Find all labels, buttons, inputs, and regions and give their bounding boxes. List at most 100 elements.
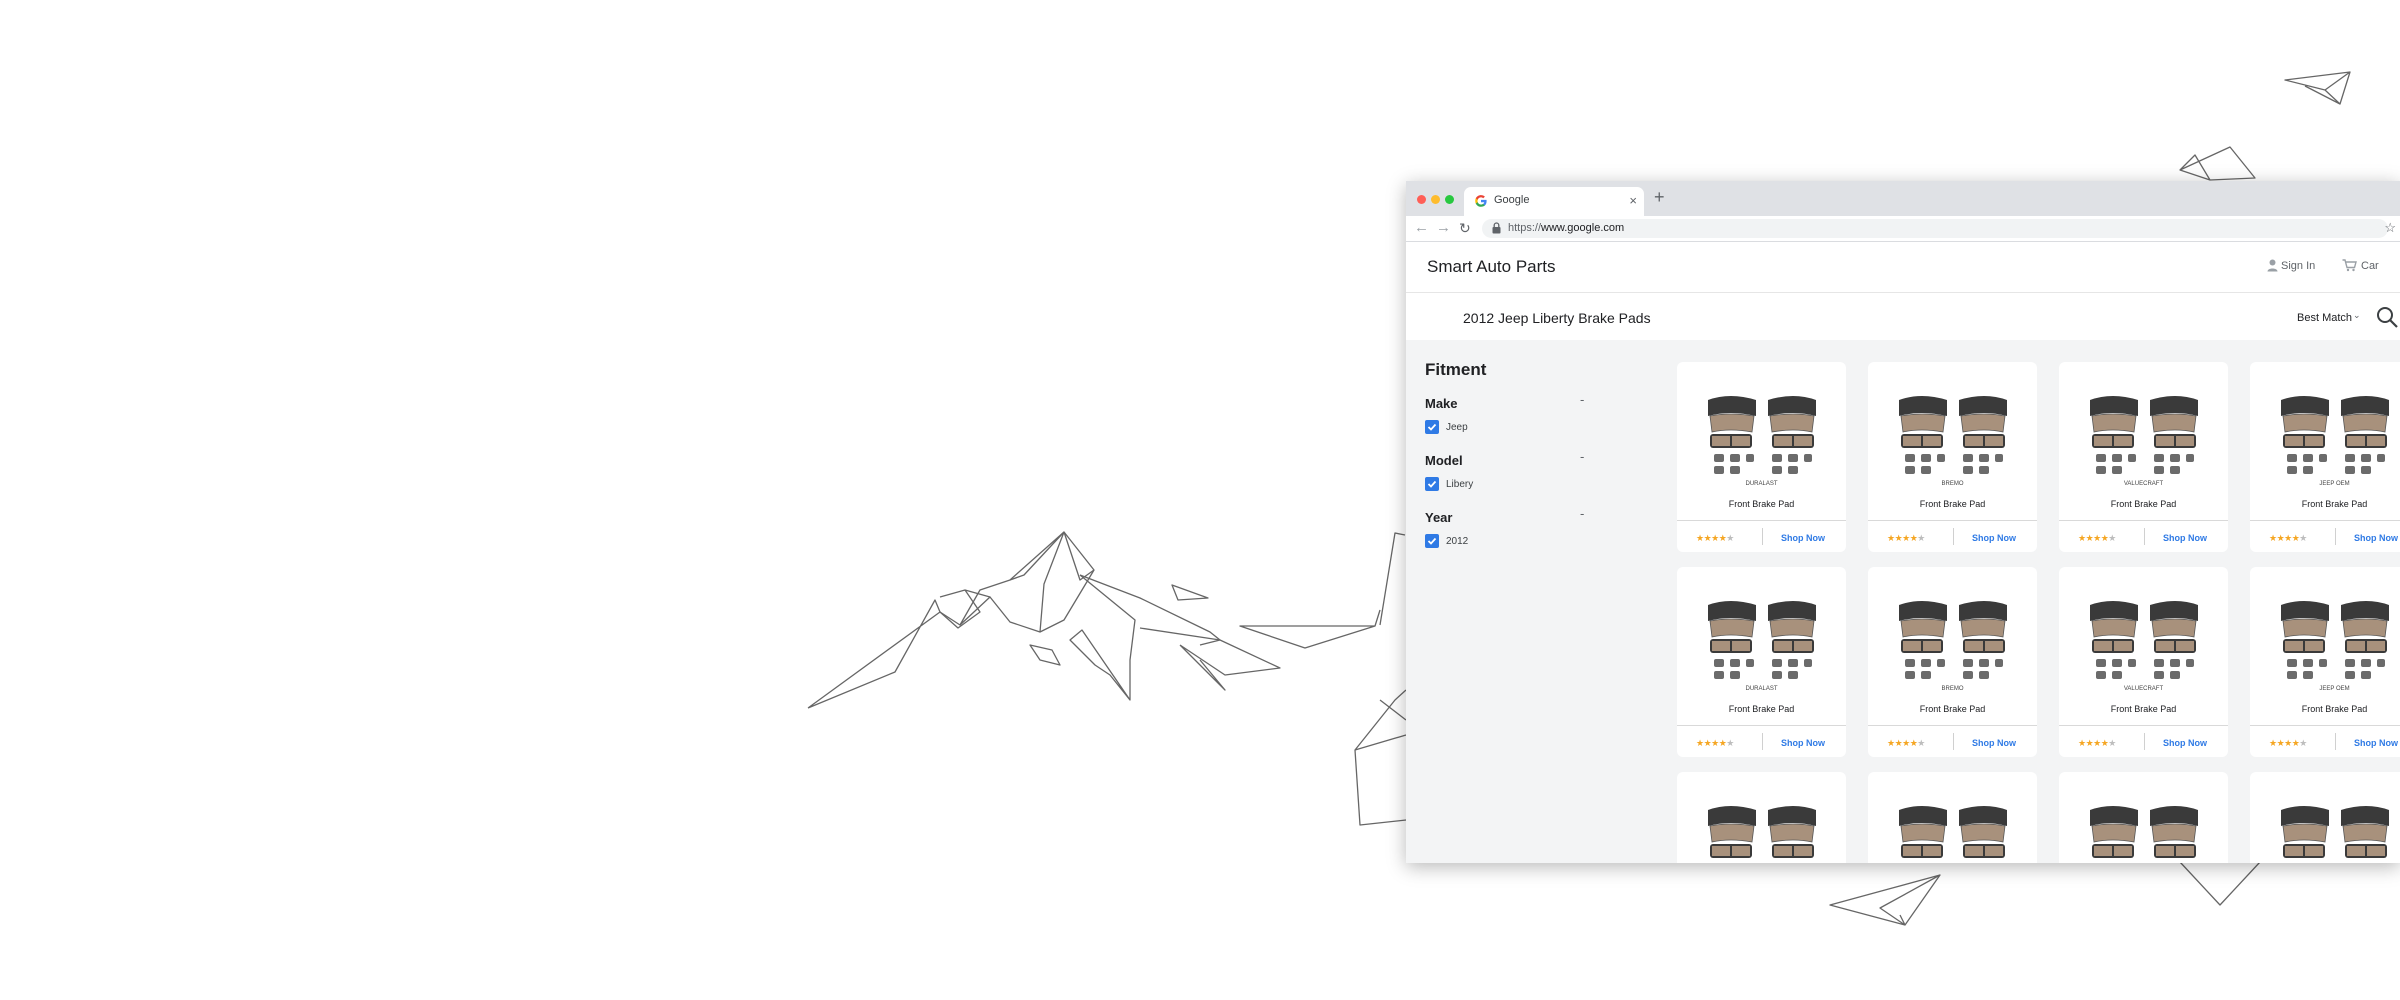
- card-divider: [1677, 725, 1846, 726]
- product-card[interactable]: BREMO Front Brake Pad ★★★★★ Shop Now: [1868, 362, 2037, 552]
- search-input[interactable]: 2012 Jeep Liberty Brake Pads: [1463, 310, 1651, 326]
- product-name[interactable]: Front Brake Pad: [1868, 499, 2037, 509]
- brake-pad-image: [2281, 806, 2389, 858]
- close-tab-icon[interactable]: ×: [1629, 193, 1637, 208]
- site-logo[interactable]: Smart Auto Parts: [1427, 257, 1556, 277]
- facet-make-checkbox[interactable]: [1425, 420, 1439, 434]
- brake-pad-image: [2090, 396, 2198, 474]
- product-brand: VALUECRAFT: [2123, 481, 2164, 487]
- star-rating-icon: ★★★★★: [1887, 533, 1925, 543]
- search-icon[interactable]: [2376, 306, 2398, 328]
- shop-now-button[interactable]: Shop Now: [1781, 738, 1825, 748]
- facet-model-label: Model: [1425, 453, 1463, 468]
- product-card[interactable]: [1868, 772, 2037, 863]
- product-card[interactable]: [2059, 772, 2228, 863]
- cart-link[interactable]: Car: [2342, 259, 2379, 272]
- shop-now-button[interactable]: Shop Now: [2163, 533, 2207, 543]
- site-header: Smart Auto Parts Sign In Car: [1406, 242, 2400, 293]
- product-name[interactable]: Front Brake Pad: [2059, 704, 2228, 714]
- search-bar: 2012 Jeep Liberty Brake Pads Best Match …: [1406, 293, 2400, 342]
- star-rating-icon: ★★★★★: [2269, 533, 2307, 543]
- facet-model-option[interactable]: Libery: [1446, 479, 1473, 490]
- facet-year-label: Year: [1425, 510, 1453, 525]
- product-card[interactable]: JEEP OEM Front Brake Pad ★★★★★ Shop Now: [2250, 567, 2400, 757]
- new-tab-button[interactable]: +: [1654, 187, 1665, 208]
- shop-now-button[interactable]: Shop Now: [2163, 738, 2207, 748]
- facet-model-collapse[interactable]: -: [1580, 449, 1584, 464]
- star-rating-icon: ★★★★★: [1696, 738, 1734, 748]
- card-divider: [2250, 725, 2400, 726]
- checkmark-icon: [1427, 480, 1437, 488]
- checkmark-icon: [1427, 423, 1437, 431]
- brake-pad-image: [1708, 601, 1816, 679]
- facet-model-checkbox[interactable]: [1425, 477, 1439, 491]
- product-name[interactable]: Front Brake Pad: [1677, 499, 1846, 509]
- checkmark-icon: [1427, 537, 1437, 545]
- card-divider: [1868, 725, 2037, 726]
- browser-tab[interactable]: Google ×: [1464, 187, 1644, 216]
- product-brand: JEEP OEM: [2319, 686, 2350, 692]
- star-rating-icon: ★★★★★: [2269, 738, 2307, 748]
- product-card[interactable]: DURALAST Front Brake Pad ★★★★★ Shop Now: [1677, 362, 1846, 552]
- sort-dropdown[interactable]: Best Match: [2297, 312, 2352, 324]
- back-arrow-icon[interactable]: ←: [1414, 219, 1429, 236]
- product-card[interactable]: DURALAST Front Brake Pad ★★★★★ Shop Now: [1677, 567, 1846, 757]
- product-card[interactable]: VALUECRAFT Front Brake Pad ★★★★★ Shop Now: [2059, 567, 2228, 757]
- cart-icon: [2342, 259, 2357, 272]
- product-name[interactable]: Front Brake Pad: [1868, 704, 2037, 714]
- card-divider: [2059, 725, 2228, 726]
- sign-in-link[interactable]: Sign In: [2267, 259, 2315, 272]
- chevron-down-icon[interactable]: ⌄: [2353, 310, 2361, 321]
- product-card[interactable]: [1677, 772, 1846, 863]
- product-brand: DURALAST: [1745, 481, 1778, 487]
- star-rating-icon: ★★★★★: [1887, 738, 1925, 748]
- card-separator: [1762, 528, 1763, 545]
- google-icon: [1475, 195, 1487, 207]
- facet-year-collapse[interactable]: -: [1580, 506, 1584, 521]
- minimize-window-icon[interactable]: [1431, 195, 1440, 204]
- card-separator: [1953, 733, 1954, 750]
- star-rating-icon: ★★★★★: [2078, 533, 2116, 543]
- product-name[interactable]: Front Brake Pad: [2059, 499, 2228, 509]
- sidebar-title: Fitment: [1425, 360, 1487, 379]
- reload-icon[interactable]: ↻: [1459, 220, 1471, 237]
- product-card[interactable]: JEEP OEM Front Brake Pad ★★★★★ Shop Now: [2250, 362, 2400, 552]
- card-divider: [1868, 520, 2037, 521]
- facet-year-option[interactable]: 2012: [1446, 536, 1468, 547]
- address-bar: ← → ↻ https://www.google.com ☆: [1406, 216, 2400, 242]
- product-brand: BREMO: [1941, 481, 1964, 487]
- shop-now-button[interactable]: Shop Now: [1972, 738, 2016, 748]
- shop-now-button[interactable]: Shop Now: [1972, 533, 2016, 543]
- url-field[interactable]: https://www.google.com ☆: [1482, 219, 2396, 238]
- shop-now-button[interactable]: Shop Now: [1781, 533, 1825, 543]
- product-brand: BREMO: [1941, 686, 1964, 692]
- shop-now-button[interactable]: Shop Now: [2354, 533, 2398, 543]
- url-text: https://www.google.com: [1508, 222, 1625, 234]
- close-window-icon[interactable]: [1417, 195, 1426, 204]
- product-brand: VALUECRAFT: [2123, 686, 2164, 692]
- product-name[interactable]: Front Brake Pad: [2250, 704, 2400, 714]
- brake-pad-image: [1899, 601, 2007, 679]
- product-card[interactable]: VALUECRAFT Front Brake Pad ★★★★★ Shop Now: [2059, 362, 2228, 552]
- tab-title: Google: [1494, 194, 1530, 206]
- maximize-window-icon[interactable]: [1445, 195, 1454, 204]
- brake-pad-image: [1708, 806, 1816, 858]
- shop-now-button[interactable]: Shop Now: [2354, 738, 2398, 748]
- brake-pad-image: [1899, 396, 2007, 474]
- product-card[interactable]: BREMO Front Brake Pad ★★★★★ Shop Now: [1868, 567, 2037, 757]
- tab-bar: Google × +: [1406, 181, 2400, 216]
- product-brand: DURALAST: [1745, 686, 1778, 692]
- card-separator: [1953, 528, 1954, 545]
- forward-arrow-icon[interactable]: →: [1436, 219, 1451, 236]
- card-divider: [1677, 520, 1846, 521]
- product-name[interactable]: Front Brake Pad: [2250, 499, 2400, 509]
- facet-make-option[interactable]: Jeep: [1446, 422, 1468, 433]
- product-name[interactable]: Front Brake Pad: [1677, 704, 1846, 714]
- facet-year-checkbox[interactable]: [1425, 534, 1439, 548]
- facet-make-collapse[interactable]: -: [1580, 392, 1584, 407]
- card-separator: [2144, 528, 2145, 545]
- brake-pad-image: [2281, 601, 2389, 679]
- brake-pad-image: [2090, 601, 2198, 679]
- bookmark-star-icon[interactable]: ☆: [2384, 220, 2396, 236]
- product-card[interactable]: [2250, 772, 2400, 863]
